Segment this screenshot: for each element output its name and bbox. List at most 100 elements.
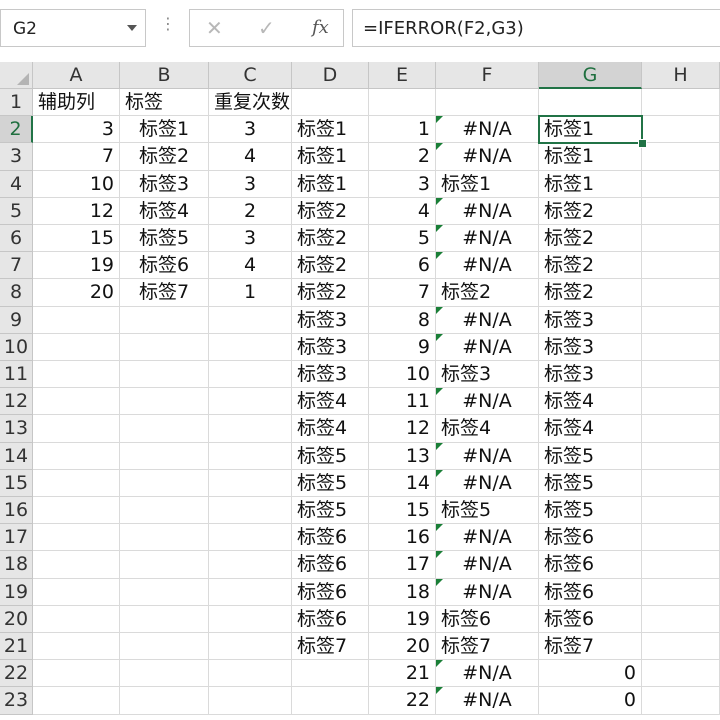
row-header-9[interactable]: 9	[0, 306, 33, 334]
cell-f13[interactable]: 标签4	[436, 415, 539, 443]
cell-h2[interactable]	[642, 116, 720, 144]
cell-f17[interactable]: #N/A	[436, 524, 539, 552]
cell-a5[interactable]: 12	[33, 197, 120, 225]
cell-h1[interactable]	[642, 89, 720, 117]
cell-h8[interactable]	[642, 279, 720, 307]
cell-h5[interactable]	[642, 197, 720, 225]
cell-e4[interactable]: 3	[369, 170, 436, 198]
cell-e16[interactable]: 15	[369, 497, 436, 525]
cell-h4[interactable]	[642, 170, 720, 198]
cell-d21[interactable]: 标签7	[292, 633, 369, 661]
row-header-11[interactable]: 11	[0, 361, 33, 389]
cell-g16[interactable]: 标签5	[539, 497, 642, 525]
column-header-h[interactable]: H	[642, 62, 720, 89]
cell-c1[interactable]: 重复次数	[209, 89, 292, 117]
cell-h19[interactable]	[642, 578, 720, 606]
cell-c10[interactable]	[209, 333, 292, 361]
cell-g11[interactable]: 标签3	[539, 361, 642, 389]
row-header-1[interactable]: 1	[0, 89, 33, 117]
cell-a20[interactable]	[33, 605, 120, 633]
row-header-3[interactable]: 3	[0, 143, 33, 171]
cell-e14[interactable]: 13	[369, 442, 436, 470]
cell-h13[interactable]	[642, 415, 720, 443]
cell-h9[interactable]	[642, 306, 720, 334]
column-header-f[interactable]: F	[436, 62, 539, 89]
cell-g4[interactable]: 标签1	[539, 170, 642, 198]
cell-a10[interactable]	[33, 333, 120, 361]
row-header-22[interactable]: 22	[0, 660, 33, 688]
cell-h23[interactable]	[642, 687, 720, 715]
cell-e23[interactable]: 22	[369, 687, 436, 715]
cell-c23[interactable]	[209, 687, 292, 715]
cell-c8[interactable]: 1	[209, 279, 292, 307]
cell-h21[interactable]	[642, 633, 720, 661]
cell-g2[interactable]: 标签1	[539, 116, 642, 144]
cell-a9[interactable]	[33, 306, 120, 334]
cell-f20[interactable]: 标签6	[436, 605, 539, 633]
column-header-a[interactable]: A	[33, 62, 120, 89]
cell-g8[interactable]: 标签2	[539, 279, 642, 307]
cell-d5[interactable]: 标签2	[292, 197, 369, 225]
row-header-12[interactable]: 12	[0, 388, 33, 416]
cell-d10[interactable]: 标签3	[292, 333, 369, 361]
cell-g21[interactable]: 标签7	[539, 633, 642, 661]
cell-h7[interactable]	[642, 252, 720, 280]
cell-h22[interactable]	[642, 660, 720, 688]
cell-a2[interactable]: 3	[33, 116, 120, 144]
cell-g9[interactable]: 标签3	[539, 306, 642, 334]
cell-c22[interactable]	[209, 660, 292, 688]
cell-a17[interactable]	[33, 524, 120, 552]
formula-input[interactable]: =IFERROR(F2,G3)	[352, 9, 720, 47]
row-header-17[interactable]: 17	[0, 524, 33, 552]
name-box[interactable]: G2	[0, 9, 146, 47]
cell-c5[interactable]: 2	[209, 197, 292, 225]
cell-e11[interactable]: 10	[369, 361, 436, 389]
row-header-4[interactable]: 4	[0, 170, 33, 198]
cell-a18[interactable]	[33, 551, 120, 579]
cell-a13[interactable]	[33, 415, 120, 443]
cell-d7[interactable]: 标签2	[292, 252, 369, 280]
row-header-10[interactable]: 10	[0, 333, 33, 361]
cell-f8[interactable]: 标签2	[436, 279, 539, 307]
cell-f22[interactable]: #N/A	[436, 660, 539, 688]
cell-d4[interactable]: 标签1	[292, 170, 369, 198]
cell-a11[interactable]	[33, 361, 120, 389]
column-header-e[interactable]: E	[369, 62, 436, 89]
cell-f12[interactable]: #N/A	[436, 388, 539, 416]
cell-f11[interactable]: 标签3	[436, 361, 539, 389]
cell-e22[interactable]: 21	[369, 660, 436, 688]
cell-g20[interactable]: 标签6	[539, 605, 642, 633]
chevron-down-icon[interactable]	[127, 25, 137, 31]
cell-c17[interactable]	[209, 524, 292, 552]
cell-f4[interactable]: 标签1	[436, 170, 539, 198]
cell-a3[interactable]: 7	[33, 143, 120, 171]
row-header-2[interactable]: 2	[0, 116, 33, 144]
cell-b11[interactable]	[120, 361, 209, 389]
cell-c20[interactable]	[209, 605, 292, 633]
cell-d13[interactable]: 标签4	[292, 415, 369, 443]
cell-c15[interactable]	[209, 469, 292, 497]
cell-a15[interactable]	[33, 469, 120, 497]
cell-d18[interactable]: 标签6	[292, 551, 369, 579]
cell-b3[interactable]: 标签2	[120, 143, 209, 171]
cell-e17[interactable]: 16	[369, 524, 436, 552]
cell-c18[interactable]	[209, 551, 292, 579]
cell-b9[interactable]	[120, 306, 209, 334]
cell-d1[interactable]	[292, 89, 369, 117]
cell-a14[interactable]	[33, 442, 120, 470]
cell-d9[interactable]: 标签3	[292, 306, 369, 334]
cell-b12[interactable]	[120, 388, 209, 416]
cell-b10[interactable]	[120, 333, 209, 361]
cell-e7[interactable]: 6	[369, 252, 436, 280]
cell-b7[interactable]: 标签6	[120, 252, 209, 280]
cell-c11[interactable]	[209, 361, 292, 389]
cell-b5[interactable]: 标签4	[120, 197, 209, 225]
cell-e5[interactable]: 4	[369, 197, 436, 225]
cell-d16[interactable]: 标签5	[292, 497, 369, 525]
cell-b1[interactable]: 标签	[120, 89, 209, 117]
cell-g7[interactable]: 标签2	[539, 252, 642, 280]
cell-g1[interactable]	[539, 89, 642, 117]
cell-f9[interactable]: #N/A	[436, 306, 539, 334]
cell-f2[interactable]: #N/A	[436, 116, 539, 144]
cell-d17[interactable]: 标签6	[292, 524, 369, 552]
